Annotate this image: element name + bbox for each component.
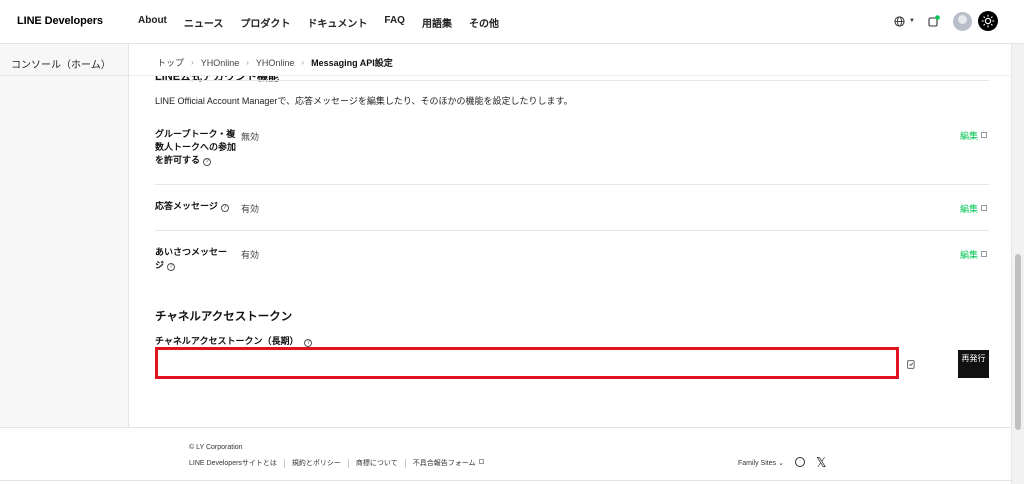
external-link-icon: [478, 459, 484, 464]
nav-glossary[interactable]: 用語集: [422, 15, 452, 30]
edit-auto-reply-link[interactable]: 編集: [960, 202, 988, 215]
channel-access-token-field[interactable]: [155, 347, 899, 379]
row-divider: [155, 184, 989, 185]
sidebar-divider: [0, 75, 129, 76]
external-link-icon: [981, 132, 988, 138]
help-icon[interactable]: ?: [203, 158, 212, 166]
external-link-icon: [981, 251, 988, 257]
help-icon[interactable]: ?: [167, 263, 176, 271]
chevron-down-icon[interactable]: ▼: [909, 18, 915, 24]
footer-link-trademark[interactable]: 商標について: [347, 459, 405, 468]
chevron-right-icon: ›: [191, 58, 194, 67]
setting-value-group-talk: 無効: [241, 132, 260, 142]
header-actions: ▼: [890, 11, 998, 31]
setting-value-greeting: 有効: [241, 250, 260, 260]
nav-documents[interactable]: ドキュメント: [307, 15, 367, 30]
theme-toggle-icon[interactable]: [978, 11, 998, 31]
footer-links: LINE Developersサイトとは 規約とポリシー 商標について 不具合報…: [189, 459, 491, 468]
site-logo[interactable]: LINE Developers: [17, 15, 103, 27]
bottom-divider: [0, 480, 1011, 481]
notification-icon[interactable]: [927, 14, 941, 28]
nav-news[interactable]: ニュース: [184, 15, 224, 30]
reissue-token-button[interactable]: 再発行: [958, 350, 989, 378]
setting-label-group-talk: グループトーク・複数人トークへの参加を許可する?: [155, 129, 237, 166]
setting-value-auto-reply: 有効: [241, 204, 260, 214]
breadcrumb: トップ › YHOnline › YHOnline › Messaging AP…: [157, 56, 393, 69]
line-icon[interactable]: [795, 457, 805, 467]
avatar[interactable]: [953, 11, 972, 31]
family-sites-dropdown[interactable]: Family Sites ⌄: [738, 459, 784, 467]
copy-icon[interactable]: [907, 359, 916, 369]
setting-label-greeting: あいさつメッセージ?: [155, 247, 228, 271]
breadcrumb-top[interactable]: トップ: [157, 56, 184, 69]
breadcrumb-current: Messaging API設定: [311, 58, 393, 68]
sidebar-item-console-home[interactable]: コンソール（ホーム）: [11, 56, 111, 71]
breadcrumb-provider[interactable]: YHOnline: [201, 58, 240, 68]
footer: © LY Corporation LINE Developersサイトとは 規約…: [0, 427, 1011, 484]
footer-link-terms[interactable]: 規約とポリシー: [283, 459, 348, 468]
edit-greeting-link[interactable]: 編集: [960, 248, 988, 261]
help-icon[interactable]: ?: [220, 204, 229, 212]
section-description: LINE Official Account Managerで、応答メッセージを編…: [155, 96, 573, 106]
row-divider: [155, 230, 989, 231]
x-twitter-icon[interactable]: 𝕏: [816, 455, 826, 471]
breadcrumb-channel[interactable]: YHOnline: [256, 58, 295, 68]
main-nav: About ニュース プロダクト ドキュメント FAQ 用語集 その他: [138, 15, 516, 30]
main-content: LINE公式アカウント機能 LINE Official Account Mana…: [129, 76, 1011, 427]
scrollbar-thumb[interactable]: [1015, 254, 1021, 430]
help-icon[interactable]: ?: [304, 339, 313, 347]
nav-faq[interactable]: FAQ: [384, 15, 405, 30]
footer-link-about[interactable]: LINE Developersサイトとは: [189, 459, 284, 468]
external-link-icon: [981, 205, 988, 211]
chevron-right-icon: ›: [301, 58, 305, 67]
top-header: LINE Developers About ニュース プロダクト ドキュメント …: [0, 0, 1024, 44]
nav-products[interactable]: プロダクト: [240, 15, 290, 30]
scrollbar[interactable]: [1011, 44, 1024, 484]
nav-more[interactable]: その他: [469, 15, 499, 30]
globe-icon[interactable]: [890, 12, 908, 30]
section-heading-channel-token: チャネルアクセストークン: [155, 311, 293, 323]
setting-label-auto-reply: 応答メッセージ?: [155, 200, 229, 213]
sidebar: コンソール（ホーム）: [0, 44, 129, 427]
chevron-down-icon: ⌄: [778, 460, 784, 467]
token-field-label: チャネルアクセストークン（長期）?: [155, 334, 313, 347]
copyright-text: © LY Corporation: [189, 444, 243, 451]
edit-group-talk-link[interactable]: 編集: [960, 129, 988, 142]
chevron-right-icon: ›: [246, 58, 249, 67]
nav-about[interactable]: About: [138, 15, 167, 30]
section-divider: [155, 80, 989, 81]
footer-link-bug-report[interactable]: 不具合報告フォーム: [404, 459, 491, 468]
